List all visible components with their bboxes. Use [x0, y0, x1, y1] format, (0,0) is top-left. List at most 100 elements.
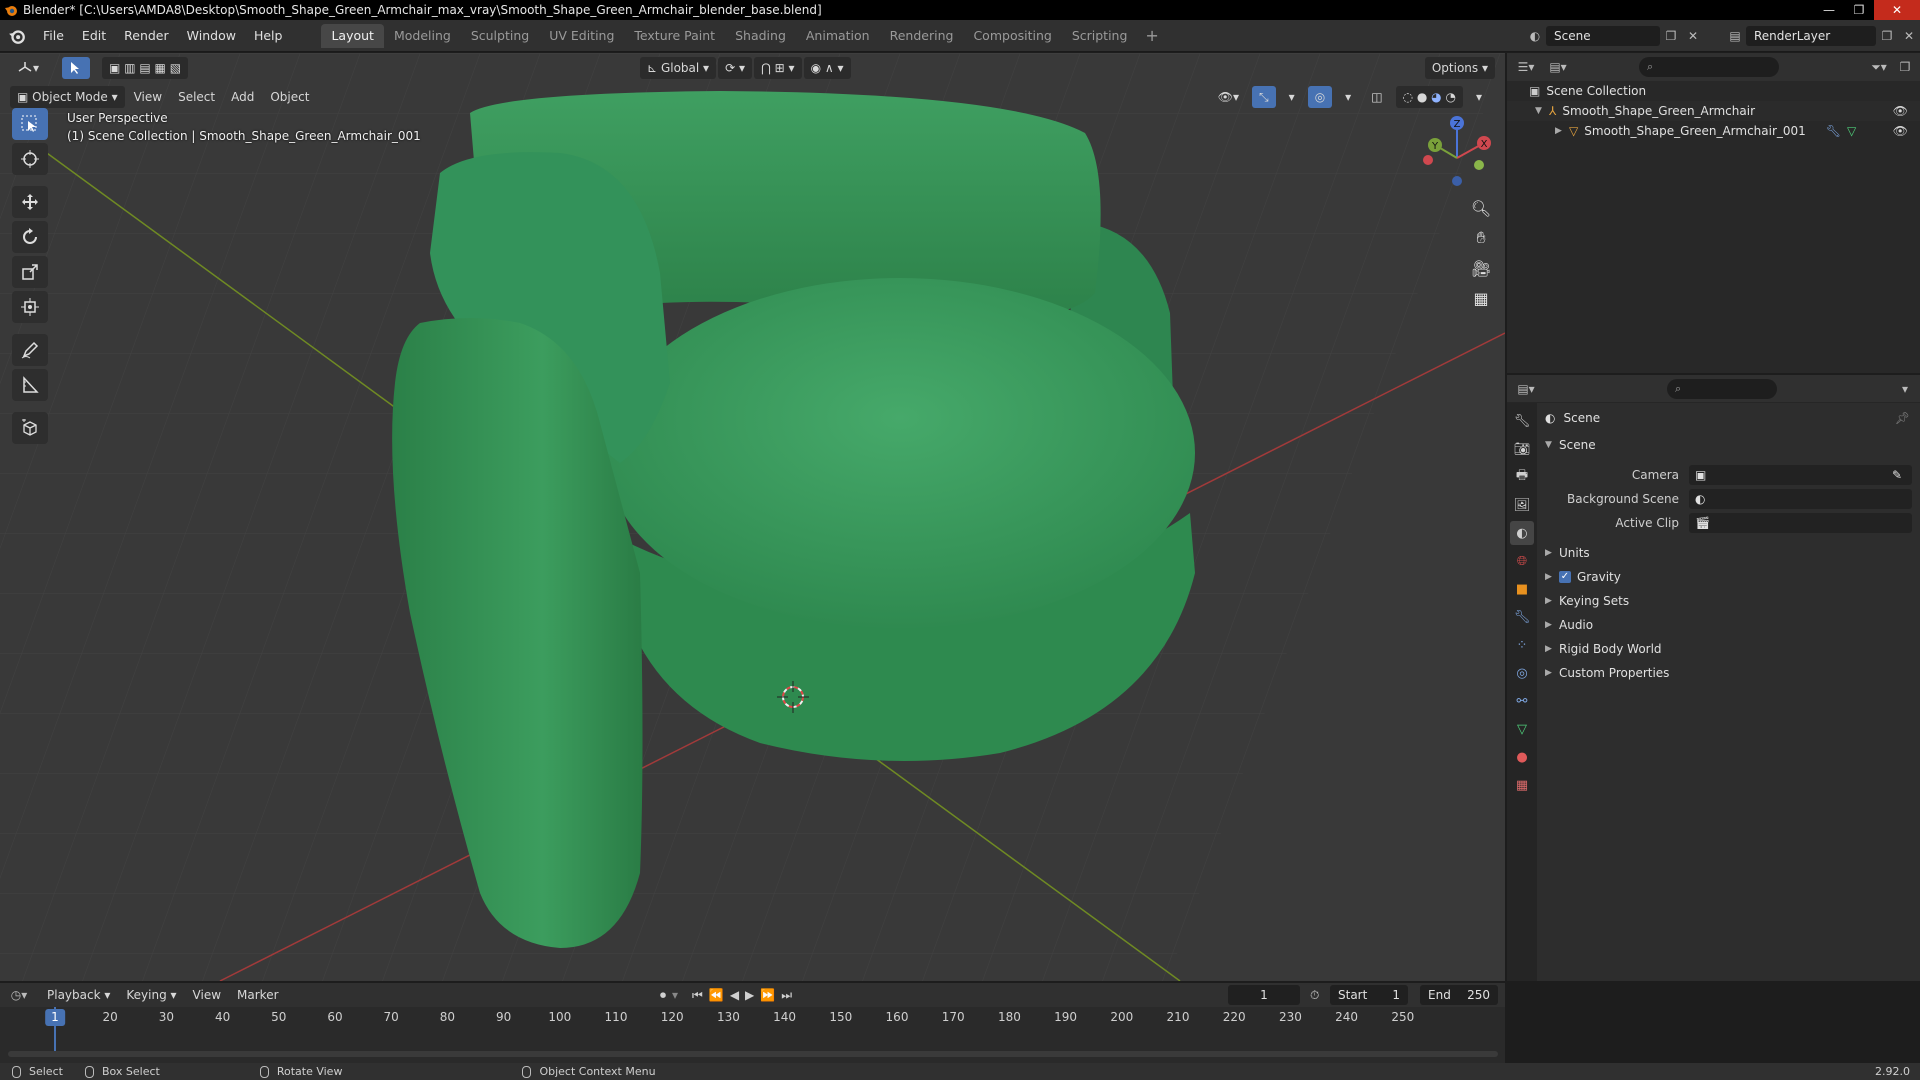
new-view-layer-icon[interactable]: ❐	[1876, 26, 1898, 46]
constraints-tab-icon[interactable]: ⚯	[1510, 689, 1534, 713]
panel-custom-properties[interactable]: ▶ Custom Properties	[1537, 661, 1920, 685]
camera-field[interactable]: ▣ ✎	[1689, 465, 1912, 485]
timeline-scrollbar[interactable]	[8, 1051, 1498, 1057]
pan-hand-icon[interactable]: ✋︎	[1466, 223, 1496, 253]
tab-layout[interactable]: Layout	[321, 23, 384, 48]
display-mode-icon[interactable]: ▤▾	[1547, 57, 1569, 77]
eyedropper-icon[interactable]: ✎	[1892, 468, 1902, 482]
play-icon[interactable]: ▶	[745, 988, 754, 1002]
end-frame-field[interactable]: End 250	[1420, 985, 1498, 1005]
close-button[interactable]: ✕	[1874, 0, 1920, 20]
properties-search-input[interactable]: ⌕	[1667, 378, 1777, 399]
blender-menu-button[interactable]	[0, 20, 34, 52]
tool-scale[interactable]	[12, 256, 48, 288]
object-tab-icon[interactable]: ■	[1510, 577, 1534, 601]
xray-toggle[interactable]: ◫	[1364, 86, 1389, 108]
preview-range-clock-icon[interactable]: ⏱	[1310, 988, 1319, 1003]
view-layer-icon[interactable]: ▤	[1724, 26, 1746, 46]
output-tab-icon[interactable]: 🖶	[1510, 465, 1534, 489]
modifier-wrench-icon[interactable]: 🔧︎	[1826, 124, 1841, 138]
transform-orientation-dropdown[interactable]: ⊾ Global ▾	[640, 57, 717, 79]
editor-type-button[interactable]: ▾	[10, 57, 46, 79]
timeline-editor-type-icon[interactable]: ◷▾	[8, 985, 30, 1005]
marker-menu[interactable]: Marker	[230, 984, 285, 1006]
autokey-dropdown[interactable]: ▾	[672, 988, 678, 1002]
tool-cursor[interactable]	[12, 143, 48, 175]
perspective-grid-icon[interactable]: ▦	[1466, 283, 1496, 313]
solid-shading-icon[interactable]: ●	[1417, 86, 1427, 108]
subtract-selection-icon[interactable]: ▤	[139, 57, 150, 79]
overlays-dropdown[interactable]: ▾	[1338, 86, 1358, 108]
gizmo-neg-x[interactable]	[1423, 155, 1433, 165]
options-dropdown[interactable]: Options ▾	[1424, 57, 1495, 79]
frame-ruler[interactable]: 1020304050607080901001101201301401501601…	[8, 1007, 1498, 1027]
play-reverse-icon[interactable]: ◀	[730, 988, 739, 1002]
keying-menu[interactable]: Keying ▾	[119, 984, 183, 1006]
gizmo-toggle[interactable]: ⤡	[1252, 86, 1276, 108]
menu-render[interactable]: Render	[115, 24, 178, 48]
minimize-button[interactable]: —	[1814, 0, 1844, 20]
jump-end-icon[interactable]: ⏭	[781, 988, 792, 1003]
selection-mode-buttons[interactable]: ▣ ▥ ▤ ▦ ▧	[102, 57, 189, 79]
select-tool-button[interactable]	[62, 57, 91, 79]
timeline-editor[interactable]: ◷▾ Playback ▾ Keying ▾ View Marker ⏺ ▾ ⏮…	[0, 983, 1505, 1063]
overlays-toggle[interactable]: ◎	[1307, 86, 1333, 108]
scene-tab-icon[interactable]: ◐	[1510, 521, 1534, 545]
gravity-checkbox[interactable]: ✓	[1559, 571, 1571, 583]
properties-options-icon[interactable]: ▾	[1894, 379, 1916, 399]
tool-measure[interactable]	[12, 369, 48, 401]
outliner-editor-type-icon[interactable]: ☰▾	[1515, 57, 1537, 77]
new-selection-icon[interactable]: ▣	[109, 57, 120, 79]
tab-shading[interactable]: Shading	[725, 24, 796, 48]
shading-mode-buttons[interactable]: ◌ ● ◕ ◔	[1395, 86, 1463, 108]
visibility-eye-icon[interactable]: 👁	[1893, 104, 1908, 118]
navigation-gizmo[interactable]: Z X Y	[1410, 113, 1500, 193]
pivot-point-dropdown[interactable]: ⟳ ▾	[718, 57, 752, 79]
timeline-view-menu[interactable]: View	[186, 984, 228, 1006]
world-tab-icon[interactable]: 🌐︎	[1510, 549, 1534, 573]
modifier-tab-icon[interactable]: 🔧︎	[1510, 605, 1534, 629]
mode-dropdown[interactable]: ▣ Object Mode ▾	[10, 86, 125, 108]
outliner-row-armchair-001[interactable]: ▶ ▽ Smooth_Shape_Green_Armchair_001 🔧︎ ▽…	[1507, 121, 1920, 141]
tool-select-box[interactable]	[12, 108, 48, 140]
panel-scene-header[interactable]: ▼ Scene	[1537, 433, 1920, 457]
gizmo-neg-y[interactable]	[1474, 160, 1484, 170]
outliner-row-scene-collection[interactable]: ▣ Scene Collection	[1507, 81, 1920, 101]
visibility-dropdown[interactable]: 👁 ▾	[1211, 86, 1246, 108]
tool-rotate[interactable]	[12, 221, 48, 253]
jump-prev-keyframe-icon[interactable]: ⏪	[709, 988, 724, 1002]
collapse-arrow-icon[interactable]: ▶	[1555, 126, 1569, 136]
menu-view[interactable]: View	[127, 86, 169, 108]
tab-scripting[interactable]: Scripting	[1062, 24, 1138, 48]
expand-arrow-icon[interactable]: ▼	[1535, 106, 1549, 116]
snap-toggle[interactable]: ⋂ ⊞ ▾	[753, 57, 802, 79]
scene-name-field[interactable]: Scene	[1546, 26, 1660, 46]
delete-view-layer-icon[interactable]: ✕	[1898, 26, 1920, 46]
scene-icon[interactable]: ◐	[1524, 26, 1546, 46]
shading-dropdown[interactable]: ▾	[1469, 86, 1489, 108]
record-keyframe-icon[interactable]: ⏺	[660, 988, 666, 1003]
outliner-search-input[interactable]: ⌕	[1639, 57, 1779, 77]
menu-add[interactable]: Add	[224, 86, 261, 108]
proportional-editing-toggle[interactable]: ◉ ∧ ▾	[803, 57, 851, 79]
filter-icon[interactable]: ⏷▾	[1868, 57, 1890, 77]
mesh-data-icon[interactable]: ▽	[1847, 124, 1856, 138]
texture-tab-icon[interactable]: ▦	[1510, 773, 1534, 797]
material-preview-icon[interactable]: ◕	[1431, 86, 1441, 108]
panel-rigid-body-world[interactable]: ▶ Rigid Body World	[1537, 637, 1920, 661]
gizmo-dropdown[interactable]: ▾	[1282, 86, 1302, 108]
tab-texture-paint[interactable]: Texture Paint	[624, 24, 725, 48]
delete-scene-icon[interactable]: ✕	[1682, 26, 1704, 46]
menu-object[interactable]: Object	[263, 86, 316, 108]
zoom-icon[interactable]: 🔍︎	[1466, 193, 1496, 223]
panel-units[interactable]: ▶ Units	[1537, 541, 1920, 565]
background-scene-field[interactable]: ◐	[1689, 489, 1912, 509]
tool-move[interactable]	[12, 186, 48, 218]
wireframe-shading-icon[interactable]: ◌	[1403, 86, 1413, 108]
jump-next-keyframe-icon[interactable]: ⏩	[760, 988, 775, 1002]
panel-gravity[interactable]: ▶ ✓ Gravity	[1537, 565, 1920, 589]
intersect-selection-icon[interactable]: ▧	[170, 57, 181, 79]
gizmo-neg-z[interactable]	[1452, 176, 1462, 186]
new-collection-icon[interactable]: ❐	[1894, 57, 1916, 77]
new-scene-icon[interactable]: ❐	[1660, 26, 1682, 46]
